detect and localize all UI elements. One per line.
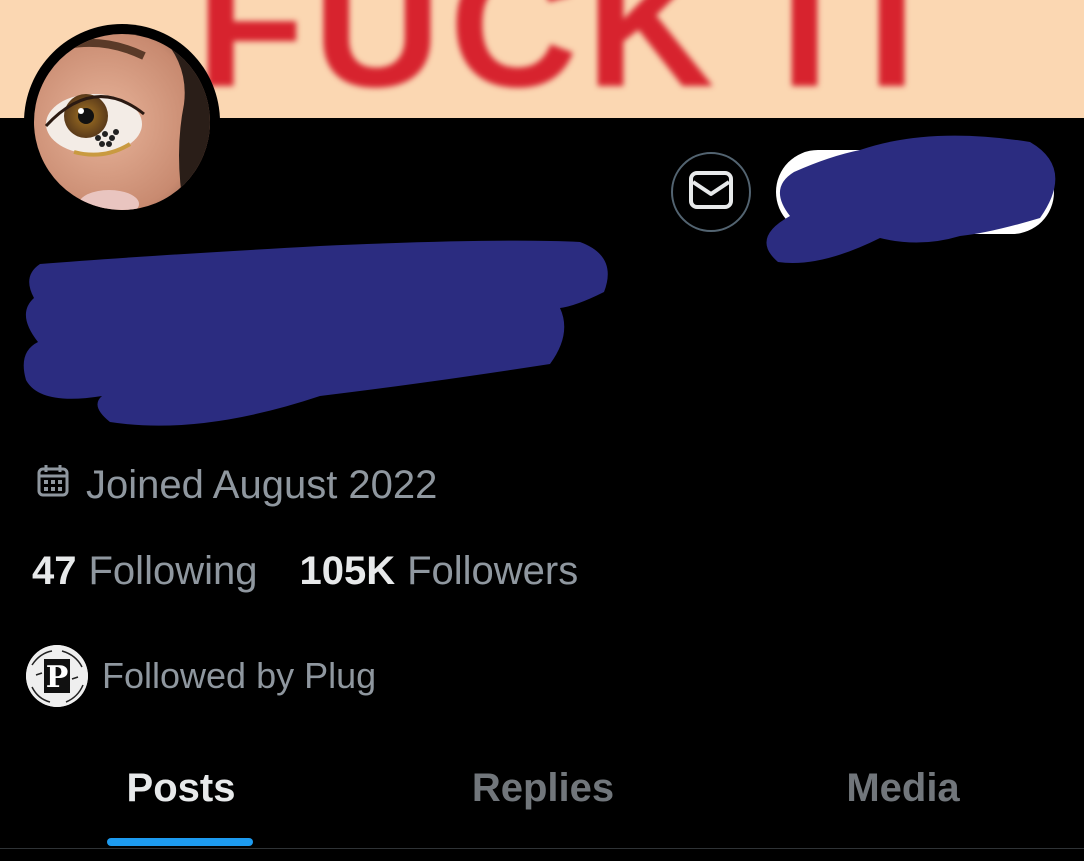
active-tab-indicator <box>107 838 253 846</box>
followers-count: 105K <box>299 548 396 593</box>
followed-by[interactable]: P Followed by Plug <box>26 644 376 708</box>
message-button[interactable] <box>671 152 751 232</box>
followers-label: Followers <box>407 548 579 593</box>
joined-text: Joined August 2022 <box>86 462 438 507</box>
followers-link[interactable]: 105K Followers <box>299 549 578 594</box>
following-count: 47 <box>32 548 77 593</box>
profile-tabs: Posts Replies Media <box>0 740 1084 850</box>
profile-avatar[interactable] <box>24 24 220 220</box>
tab-media[interactable]: Media <box>846 766 959 816</box>
following-label: Following <box>88 548 258 593</box>
calendar-icon <box>36 463 70 508</box>
follow-stats: 47 Following 105K Followers <box>32 546 578 596</box>
followed-by-text: Followed by Plug <box>102 655 377 696</box>
follower-avatar: P <box>26 645 88 707</box>
banner-text: FUCK IT <box>196 0 955 118</box>
envelope-icon <box>688 170 734 215</box>
follower-avatar-initial: P <box>46 660 69 695</box>
redaction-scribble-name <box>23 240 608 426</box>
avatar-image <box>34 34 210 210</box>
following-link[interactable]: 47 Following <box>32 549 257 594</box>
tab-posts[interactable]: Posts <box>127 766 236 816</box>
tabs-divider <box>0 848 1084 849</box>
joined-date: Joined August 2022 <box>36 462 437 508</box>
follow-button[interactable] <box>776 150 1054 234</box>
tab-replies[interactable]: Replies <box>472 766 614 816</box>
